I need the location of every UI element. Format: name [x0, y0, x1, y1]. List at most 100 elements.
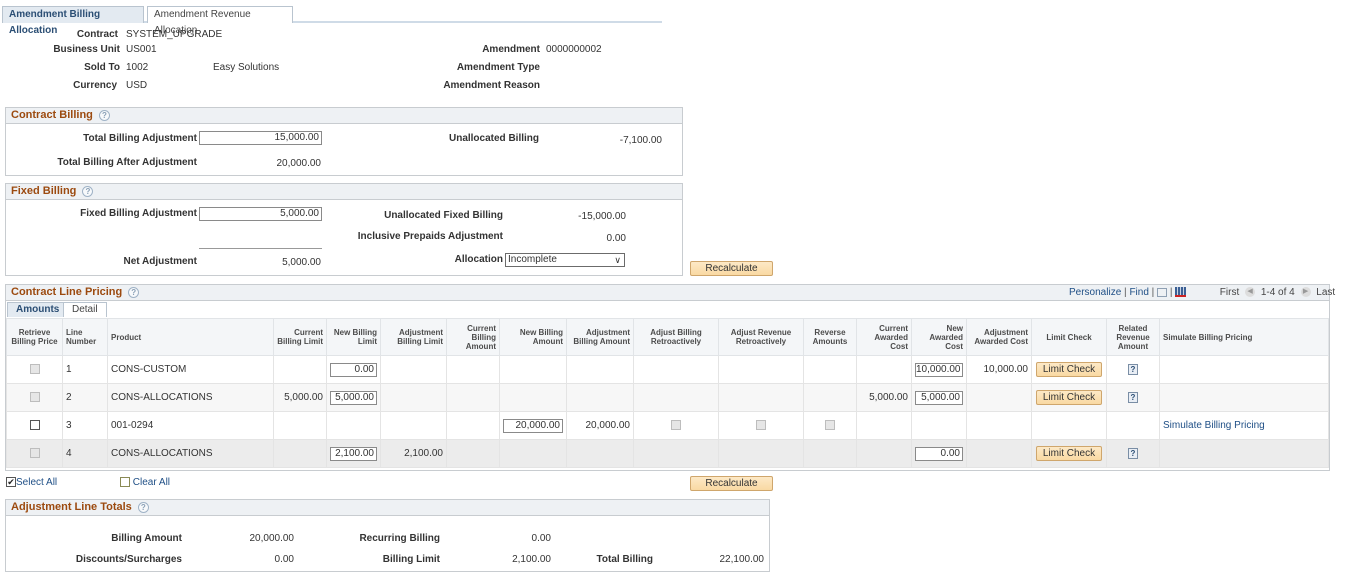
- table-row: 1 CONS-CUSTOM 0.00 10,000.00 10,000.00 L…: [6, 355, 1329, 384]
- new-awarded-cost-input[interactable]: 0.00: [915, 446, 963, 461]
- sold-to-value: 1002: [126, 62, 149, 73]
- total-billing-adjustment-input[interactable]: 15,000.00: [199, 131, 322, 145]
- download-grid-icon[interactable]: [1175, 287, 1187, 298]
- discounts-surcharges-label: Discounts/Surcharges: [75, 554, 182, 565]
- current-billing-amount: [446, 439, 500, 468]
- adjustment-billing-limit: [380, 411, 447, 440]
- limit-check-button[interactable]: Limit Check: [1035, 390, 1103, 405]
- help-icon[interactable]: ?: [128, 286, 140, 298]
- retrieve-billing-price-checkbox: [29, 448, 40, 459]
- new-billing-amount: [499, 439, 567, 468]
- product: CONS-ALLOCATIONS: [107, 383, 274, 412]
- col-line-number: Line Number: [62, 318, 108, 356]
- help-icon[interactable]: ?: [82, 185, 94, 197]
- net-adjustment-value: 5,000.00: [282, 257, 321, 268]
- col-adjust-revenue-retroactively: Adjust Revenue Retroactively: [718, 318, 804, 356]
- grid-navigation: Personalize | Find | | First ◀ 1-4 of 4 …: [1069, 287, 1336, 298]
- select-all-link[interactable]: Select All: [16, 477, 57, 488]
- new-billing-limit: [326, 411, 381, 440]
- limit-check-button[interactable]: Limit Check: [1035, 446, 1103, 461]
- clear-all[interactable]: Clear All: [120, 477, 170, 488]
- col-retrieve-billing-price: Retrieve Billing Price: [6, 318, 63, 356]
- tab-amounts[interactable]: Amounts: [7, 302, 69, 317]
- adjustment-awarded-cost: [966, 411, 1032, 440]
- table-row: 2 CONS-ALLOCATIONS 5,000.00 5,000.00 5,0…: [6, 383, 1329, 412]
- new-billing-limit-input[interactable]: 2,100.00: [330, 446, 377, 461]
- current-billing-limit: [273, 439, 327, 468]
- adjustment-billing-amount: [566, 439, 634, 468]
- tab-amendment-revenue-allocation[interactable]: Amendment Revenue Allocation: [147, 6, 293, 36]
- new-billing-limit-input[interactable]: 5,000.00: [330, 390, 377, 405]
- simulate-billing-pricing-link[interactable]: Simulate Billing Pricing: [1163, 420, 1265, 431]
- recurring-billing-label: Recurring Billing: [359, 533, 440, 544]
- personalize-link[interactable]: Personalize: [1069, 287, 1121, 298]
- adjustment-billing-amount: [566, 383, 634, 412]
- unchecked-checkbox-icon: [120, 477, 130, 487]
- row-range: 1-4 of 4: [1260, 287, 1295, 298]
- select-all[interactable]: ✔Select All: [6, 477, 57, 488]
- view-all-icon[interactable]: [1157, 287, 1168, 297]
- new-billing-limit-input[interactable]: 0.00: [330, 362, 377, 377]
- new-awarded-cost: [911, 411, 967, 440]
- retrieve-billing-price-checkbox: [29, 364, 40, 375]
- clear-all-link[interactable]: Clear All: [133, 477, 170, 488]
- tab-detail[interactable]: Detail: [63, 302, 107, 317]
- current-awarded-cost: [856, 355, 912, 384]
- fixed-billing-header: Fixed Billing?: [6, 184, 682, 200]
- allocation-select[interactable]: Incomplete ∨: [505, 253, 625, 267]
- new-billing-amount: [499, 383, 567, 412]
- limit-check-button[interactable]: Limit Check: [1035, 362, 1103, 377]
- contract-billing-header: Contract Billing?: [6, 108, 682, 124]
- fixed-billing-adjustment-input[interactable]: 5,000.00: [199, 207, 322, 221]
- new-awarded-cost-input[interactable]: 10,000.00: [915, 362, 963, 377]
- new-billing-amount-input[interactable]: 20,000.00: [503, 418, 563, 433]
- last-link[interactable]: Last: [1316, 287, 1335, 298]
- total-after-adjustment-label: Total Billing After Adjustment: [57, 157, 197, 168]
- help-icon[interactable]: ?: [98, 109, 110, 121]
- previous-icon[interactable]: ◀: [1245, 287, 1256, 298]
- col-simulate-billing-pricing: Simulate Billing Pricing: [1159, 318, 1329, 356]
- current-awarded-cost: [856, 411, 912, 440]
- adjust-revenue-retroactively-checkbox: [756, 420, 766, 431]
- retrieve-billing-price-checkbox[interactable]: [29, 420, 40, 431]
- new-awarded-cost-input[interactable]: 5,000.00: [915, 390, 963, 405]
- col-current-awarded-cost: Current Awarded Cost: [856, 318, 912, 356]
- first-link[interactable]: First: [1220, 287, 1239, 298]
- related-revenue-lookup-icon[interactable]: ?: [1128, 392, 1138, 403]
- currency-value: USD: [126, 80, 148, 91]
- amendment-value: 0000000002: [546, 44, 602, 55]
- next-icon[interactable]: ▶: [1300, 287, 1311, 298]
- related-revenue-lookup-icon[interactable]: ?: [1128, 448, 1138, 459]
- related-revenue-lookup-icon[interactable]: ?: [1128, 364, 1138, 375]
- amendment-label: Amendment: [482, 44, 540, 55]
- current-billing-limit: [273, 411, 327, 440]
- inclusive-prepaids-label: Inclusive Prepaids Adjustment: [357, 231, 503, 242]
- col-new-billing-limit: New Billing Limit: [326, 318, 381, 356]
- find-link[interactable]: Find: [1129, 287, 1148, 298]
- tab-amendment-billing-allocation[interactable]: Amendment Billing Allocation: [2, 6, 144, 36]
- recurring-billing-value: 0.00: [531, 533, 551, 544]
- reverse-amounts-checkbox: [825, 420, 835, 431]
- new-billing-amount: [499, 355, 567, 384]
- col-new-billing-amount: New Billing Amount: [499, 318, 567, 356]
- product: 001-0294: [107, 411, 274, 440]
- currency-label: Currency: [73, 80, 117, 91]
- total-billing-label: Total Billing: [596, 554, 653, 565]
- col-current-billing-amount: Current Billing Amount: [446, 318, 500, 356]
- help-icon[interactable]: ?: [137, 501, 149, 513]
- sold-to-name: Easy Solutions: [213, 62, 280, 73]
- current-billing-limit: [273, 355, 327, 384]
- col-adjust-billing-retroactively: Adjust Billing Retroactively: [633, 318, 719, 356]
- page-tabs: Amendment Billing Allocation Amendment R…: [2, 6, 662, 36]
- adjustment-line-totals-title: Adjustment Line Totals: [11, 501, 132, 513]
- col-limit-check: Limit Check: [1031, 318, 1107, 356]
- line-number: 4: [62, 439, 108, 468]
- contract-value: SYSTEM_UPGRADE: [126, 29, 223, 40]
- adjust-billing-retroactively-checkbox: [671, 420, 681, 431]
- billing-limit-label: Billing Limit: [382, 554, 440, 565]
- sum-divider: [199, 248, 322, 249]
- billing-amount-value: 20,000.00: [249, 533, 295, 544]
- recalculate-button-2[interactable]: Recalculate: [690, 476, 773, 491]
- recalculate-button[interactable]: Recalculate: [690, 261, 773, 276]
- allocation-value: Incomplete: [508, 254, 557, 265]
